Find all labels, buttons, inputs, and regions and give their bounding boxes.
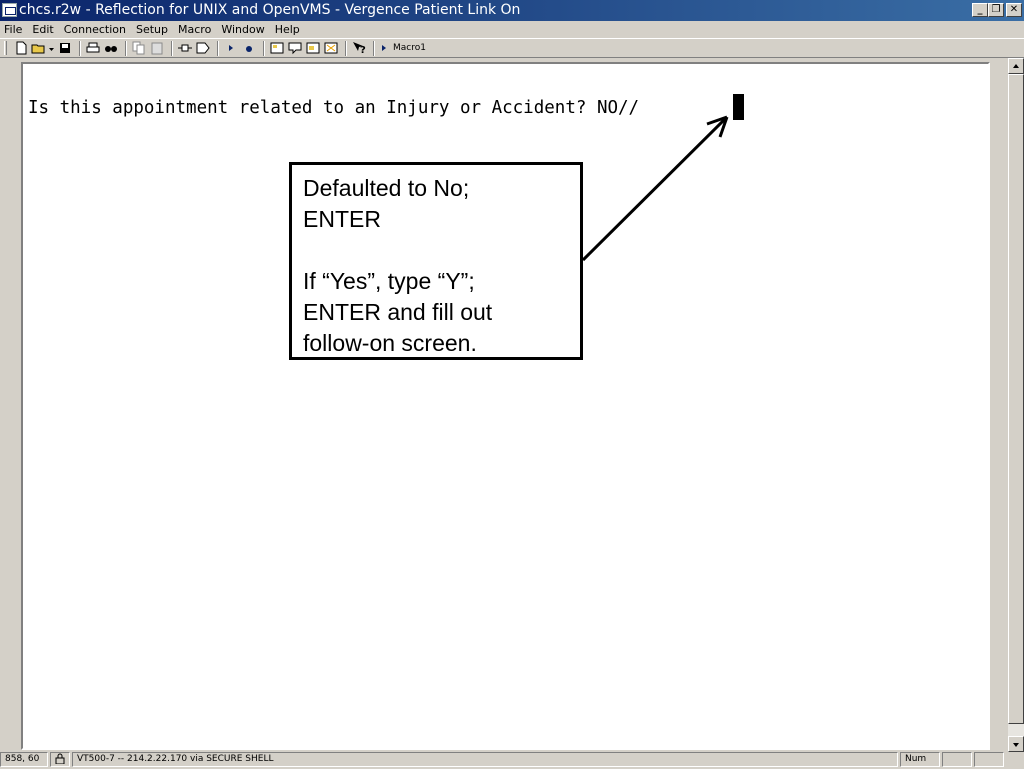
print-icon[interactable] [85,40,101,56]
status-bar: 858, 60 VT500-7 -- 214.2.22.170 via SECU… [0,752,1024,768]
toolbar-separator [345,40,347,56]
terminal-screen[interactable]: Is this appointment related to an Injury… [21,62,990,750]
open-folder-icon[interactable] [31,40,47,56]
title-bar[interactable]: chcs.r2w - Reflection for UNIX and OpenV… [0,0,1024,21]
window-title: chcs.r2w - Reflection for UNIX and OpenV… [19,2,521,18]
find-icon[interactable] [103,40,119,56]
minimize-button[interactable]: _ [972,3,988,17]
scroll-down-button[interactable] [1008,736,1024,752]
play-macro-icon[interactable] [223,40,239,56]
toolbar-separator [263,40,265,56]
macro-name[interactable]: Macro1 [393,43,426,53]
disconnect-icon[interactable] [195,40,211,56]
close-button[interactable]: ✕ [1006,3,1022,17]
connection-status: VT500-7 -- 214.2.22.170 via SECURE SHELL [72,752,898,767]
cursor-position: 858, 60 [0,752,48,767]
menu-help[interactable]: Help [270,22,305,37]
callout-text: Defaulted to No; [303,175,470,201]
scroll-thumb[interactable] [1008,74,1024,724]
callout-text: follow-on screen. [303,330,477,356]
new-document-icon[interactable] [13,40,29,56]
save-icon[interactable] [57,40,73,56]
status-pane-empty [942,752,972,767]
display-icon[interactable] [305,40,321,56]
dropdown-arrow-icon[interactable] [49,40,55,56]
num-lock-indicator: Num [900,752,940,767]
menu-edit[interactable]: Edit [27,22,58,37]
toolbar-separator [373,40,375,56]
svg-text:?: ? [360,45,366,56]
vertical-scrollbar[interactable] [1008,58,1024,752]
help-icon[interactable]: ? [351,40,367,56]
restore-button[interactable]: ❐ [988,3,1004,17]
record-macro-icon[interactable] [241,40,257,56]
window-controls: _ ❐ ✕ [972,3,1022,17]
menu-file[interactable]: File [0,22,27,37]
connect-icon[interactable] [177,40,193,56]
toolbar-separator [125,40,127,56]
copy-icon[interactable] [131,40,147,56]
toolbar-grip[interactable] [4,41,7,55]
scroll-up-button[interactable] [1008,58,1024,74]
menu-connection[interactable]: Connection [59,22,131,37]
run-macro-icon[interactable] [379,40,389,56]
paste-icon[interactable] [149,40,165,56]
lock-icon [50,752,70,767]
menu-macro[interactable]: Macro [173,22,216,37]
menu-window[interactable]: Window [216,22,269,37]
status-pane-empty [974,752,1004,767]
application-window: chcs.r2w - Reflection for UNIX and OpenV… [0,0,1024,768]
toolbar: ? Macro1 [0,38,1024,58]
menu-bar: File Edit Connection Setup Macro Window … [0,21,1024,38]
toolbar-separator [79,40,81,56]
menu-setup[interactable]: Setup [131,22,173,37]
app-icon[interactable] [2,3,17,17]
keyboard-icon[interactable] [287,40,303,56]
settings-icon[interactable] [269,40,285,56]
callout-text: ENTER and fill out [303,299,493,325]
options-icon[interactable] [323,40,339,56]
toolbar-separator [217,40,219,56]
toolbar-separator [171,40,173,56]
callout-text: ENTER [303,206,381,232]
annotation-callout: Defaulted to No; ENTER If “Yes”, type “Y… [289,162,583,360]
callout-text: If “Yes”, type “Y”; [303,268,475,294]
